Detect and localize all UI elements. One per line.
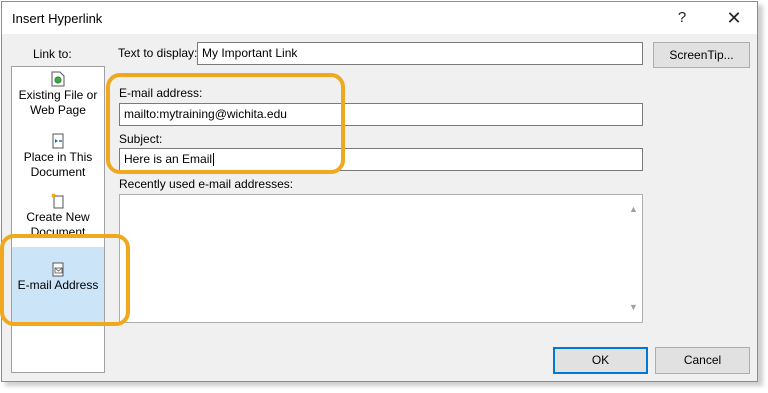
close-button[interactable]: ✕ bbox=[716, 6, 752, 30]
title-bar: Insert Hyperlink ? ✕ bbox=[2, 2, 757, 34]
screentip-button[interactable]: ScreenTip... bbox=[653, 42, 750, 68]
recent-email-label: Recently used e-mail addresses: bbox=[119, 177, 294, 191]
link-to-label: Link to: bbox=[33, 47, 72, 61]
link-to-create-new-label-1: Create New bbox=[26, 210, 90, 224]
link-to-panel: Existing File or Web Page Place in This … bbox=[11, 66, 105, 373]
help-button[interactable]: ? bbox=[664, 6, 700, 30]
web-page-icon bbox=[51, 71, 65, 87]
dialog-title: Insert Hyperlink bbox=[12, 11, 103, 26]
link-to-existing-file-label-1: Existing File or bbox=[18, 88, 98, 102]
scroll-up-icon[interactable]: ▲ bbox=[629, 205, 638, 214]
text-to-display-value: My Important Link bbox=[202, 46, 298, 60]
link-to-place-in-document[interactable]: Place in This Document bbox=[12, 133, 104, 185]
link-to-create-new-document[interactable]: Create New Document bbox=[12, 193, 104, 239]
new-document-icon bbox=[51, 193, 64, 209]
text-to-display-label: Text to display: bbox=[118, 46, 198, 60]
text-to-display-input[interactable]: My Important Link bbox=[197, 42, 643, 65]
scroll-down-icon[interactable]: ▼ bbox=[629, 303, 638, 312]
email-option-highlight bbox=[0, 234, 130, 326]
link-to-place-label-2: Document bbox=[30, 165, 86, 179]
cancel-button[interactable]: Cancel bbox=[655, 347, 750, 374]
ok-button[interactable]: OK bbox=[553, 347, 648, 374]
link-to-existing-file[interactable]: Existing File or Web Page bbox=[12, 71, 104, 123]
email-fields-highlight bbox=[106, 73, 345, 174]
recent-email-list[interactable]: ▲ ▼ bbox=[119, 194, 643, 323]
link-to-place-label-1: Place in This bbox=[23, 150, 93, 164]
recent-email-scrollbar[interactable]: ▲ ▼ bbox=[625, 195, 642, 322]
link-to-existing-file-label-2: Web Page bbox=[30, 103, 86, 117]
document-place-icon bbox=[52, 133, 64, 149]
